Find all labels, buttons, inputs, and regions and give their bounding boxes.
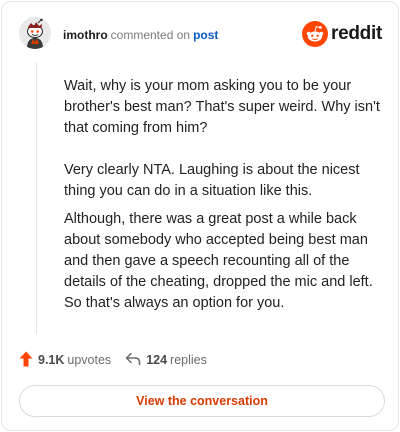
replies-label: replies xyxy=(170,353,207,367)
reddit-logo-icon xyxy=(302,21,329,47)
action-text: commented on xyxy=(110,28,191,42)
reddit-wordmark: reddit xyxy=(331,23,382,44)
comment-header: imothro commented on post reddit xyxy=(2,2,398,68)
view-conversation-button[interactable]: View the conversation xyxy=(19,385,385,417)
comment-paragraph: Very clearly NTA. Laughing is about the … xyxy=(64,162,360,199)
upvotes-label: upvotes xyxy=(67,353,112,367)
upvotes-count: 9.1K xyxy=(38,353,65,367)
comment-embed-card: imothro commented on post reddit Wait, w… xyxy=(1,1,399,431)
post-link[interactable]: post xyxy=(193,28,218,42)
reply-arrow-icon xyxy=(125,352,146,369)
comment-stats: 9.1K upvotes 124 replies xyxy=(19,349,207,371)
username-link[interactable]: imothro xyxy=(63,28,108,42)
comment-paragraph: Although, there was a great post a while… xyxy=(64,211,373,311)
upvotes-stat[interactable]: 9.1K upvotes xyxy=(19,351,111,370)
upvote-arrow-icon xyxy=(19,351,38,370)
snoo-avatar-icon[interactable] xyxy=(19,17,51,49)
reddit-brand[interactable]: reddit xyxy=(302,20,382,48)
replies-stat[interactable]: 124 replies xyxy=(125,352,207,369)
thread-line[interactable] xyxy=(36,62,37,334)
replies-count: 124 xyxy=(146,353,168,367)
comment-paragraph: Wait, why is your mom asking you to be y… xyxy=(64,78,380,136)
comment-meta: imothro commented on post xyxy=(63,27,218,43)
